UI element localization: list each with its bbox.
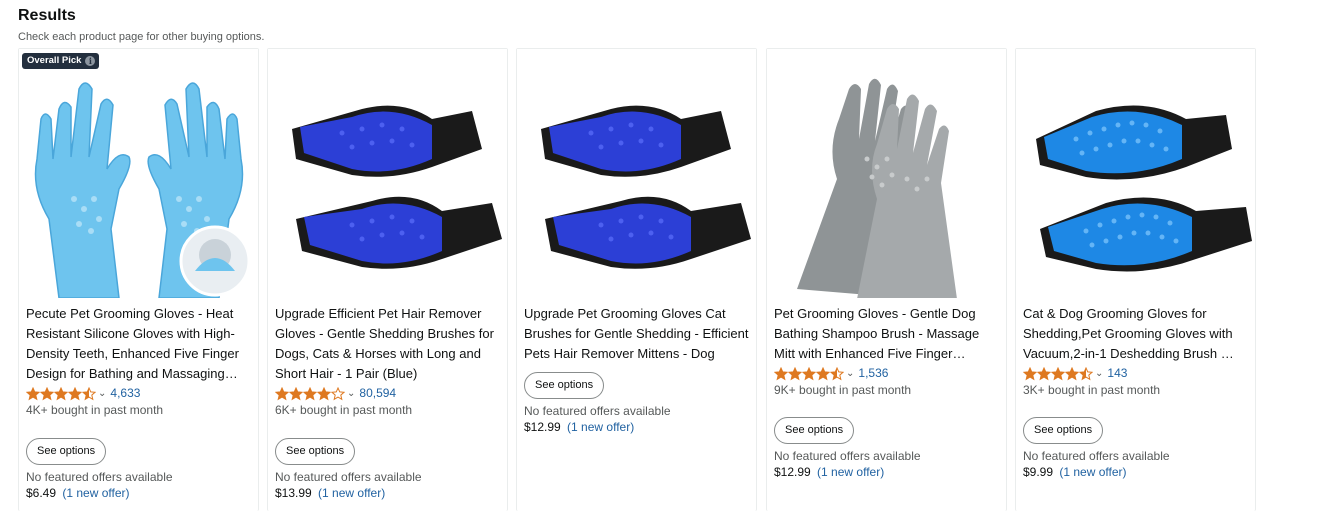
new-offer-link[interactable]: (1 new offer) (1059, 465, 1126, 479)
star-rating[interactable] (275, 386, 345, 401)
product-title[interactable]: Upgrade Efficient Pet Hair Remover Glove… (275, 304, 500, 384)
star-icon (54, 386, 68, 400)
product-card: Upgrade Efficient Pet Hair Remover Glove… (267, 48, 508, 511)
star-icon (26, 386, 40, 400)
rating-count[interactable]: 143 (1107, 365, 1127, 382)
price-row: $12.99 (1 new offer) (524, 419, 749, 435)
star-icon (317, 386, 331, 400)
new-offer-link[interactable]: (1 new offer) (62, 486, 129, 500)
rating-count[interactable]: 80,594 (359, 385, 396, 402)
star-rating[interactable] (1023, 366, 1093, 381)
bought-past-month: 9K+ bought in past month (774, 383, 912, 397)
info-icon[interactable]: i (85, 56, 96, 66)
chevron-down-icon[interactable]: ⌄ (98, 387, 106, 401)
no-offers-text: No featured offers available (26, 470, 173, 484)
star-rating[interactable] (774, 366, 844, 381)
no-offers-text: No featured offers available (275, 470, 422, 484)
star-icon (1065, 366, 1079, 380)
product-image[interactable] (1016, 49, 1255, 298)
star-icon (830, 366, 844, 380)
chevron-down-icon[interactable]: ⌄ (846, 367, 854, 381)
rating-row[interactable]: ⌄ 1,536 (774, 365, 999, 382)
bought-past-month: 4K+ bought in past month (26, 403, 164, 417)
blue-rubber-grooming-gloves-icon (517, 49, 756, 298)
blue-rubber-grooming-gloves-icon (268, 49, 507, 298)
star-icon (774, 366, 788, 380)
star-icon (275, 386, 289, 400)
new-offer-link[interactable]: (1 new offer) (318, 486, 385, 500)
star-icon (1023, 366, 1037, 380)
price: $12.99 (524, 420, 561, 434)
product-title[interactable]: Pet Grooming Gloves - Gentle Dog Bathing… (774, 304, 999, 364)
rating-count[interactable]: 4,633 (110, 385, 140, 402)
chevron-down-icon[interactable]: ⌄ (1095, 367, 1103, 381)
overall-pick-badge: Overall Pick i (22, 53, 100, 69)
product-grid: Overall Pick i Pecute Pet Grooming Glove… (18, 48, 1258, 511)
chevron-down-icon[interactable]: ⌄ (347, 387, 355, 401)
star-icon (331, 386, 345, 400)
new-offer-link[interactable]: (1 new offer) (567, 420, 634, 434)
product-card: Overall Pick i Pecute Pet Grooming Glove… (18, 48, 259, 511)
bought-past-month: 3K+ bought in past month (1023, 383, 1161, 397)
price: $6.49 (26, 486, 57, 500)
rating-row[interactable]: ⌄ 80,594 (275, 385, 500, 402)
badge-label: Overall Pick (27, 55, 82, 66)
results-header: Results Check each product page for othe… (18, 6, 264, 45)
see-options-button[interactable]: See options (774, 417, 855, 444)
blue-silicone-gloves-icon (19, 49, 258, 298)
price-row: $12.99 (1 new offer) (774, 464, 999, 480)
rating-count[interactable]: 1,536 (858, 365, 888, 382)
star-icon (1051, 366, 1065, 380)
product-image[interactable] (767, 49, 1006, 298)
star-icon (1079, 366, 1093, 380)
price: $9.99 (1023, 465, 1054, 479)
product-image[interactable] (517, 49, 756, 298)
no-offers-text: No featured offers available (774, 449, 921, 463)
results-subtitle: Check each product page for other buying… (18, 31, 265, 43)
no-offers-text: No featured offers available (524, 404, 671, 418)
star-icon (816, 366, 830, 380)
no-offers-text: No featured offers available (1023, 449, 1170, 463)
rating-row[interactable]: ⌄ 143 (1023, 365, 1248, 382)
see-options-button[interactable]: See options (524, 372, 605, 399)
star-icon (40, 386, 54, 400)
bought-past-month: 6K+ bought in past month (275, 403, 413, 417)
product-title[interactable]: Upgrade Pet Grooming Gloves Cat Brushes … (524, 304, 749, 364)
star-icon (788, 366, 802, 380)
star-icon (82, 386, 96, 400)
star-rating[interactable] (26, 386, 96, 401)
see-options-button[interactable]: See options (1023, 417, 1104, 444)
star-icon (289, 386, 303, 400)
rating-row[interactable]: ⌄ 4,633 (26, 385, 251, 402)
price: $13.99 (275, 486, 312, 500)
see-options-button[interactable]: See options (275, 438, 356, 465)
results-title: Results (18, 7, 76, 24)
product-title[interactable]: Pecute Pet Grooming Gloves - Heat Resist… (26, 304, 251, 384)
star-icon (68, 386, 82, 400)
price-row: $9.99 (1 new offer) (1023, 464, 1248, 480)
gray-silicone-gloves-icon (767, 49, 1006, 298)
product-image[interactable]: Overall Pick i (19, 49, 258, 298)
product-image[interactable] (268, 49, 507, 298)
light-blue-bristle-gloves-icon (1016, 49, 1255, 298)
price-row: $6.49 (1 new offer) (26, 485, 251, 501)
product-title[interactable]: Cat & Dog Grooming Gloves for Shedding,P… (1023, 304, 1248, 364)
new-offer-link[interactable]: (1 new offer) (817, 465, 884, 479)
product-card: Cat & Dog Grooming Gloves for Shedding,P… (1015, 48, 1256, 511)
price-row: $13.99 (1 new offer) (275, 485, 500, 501)
product-card: Upgrade Pet Grooming Gloves Cat Brushes … (516, 48, 757, 511)
product-card: Pet Grooming Gloves - Gentle Dog Bathing… (766, 48, 1007, 511)
see-options-button[interactable]: See options (26, 438, 107, 465)
star-icon (802, 366, 816, 380)
price: $12.99 (774, 465, 811, 479)
star-icon (1037, 366, 1051, 380)
star-icon (303, 386, 317, 400)
